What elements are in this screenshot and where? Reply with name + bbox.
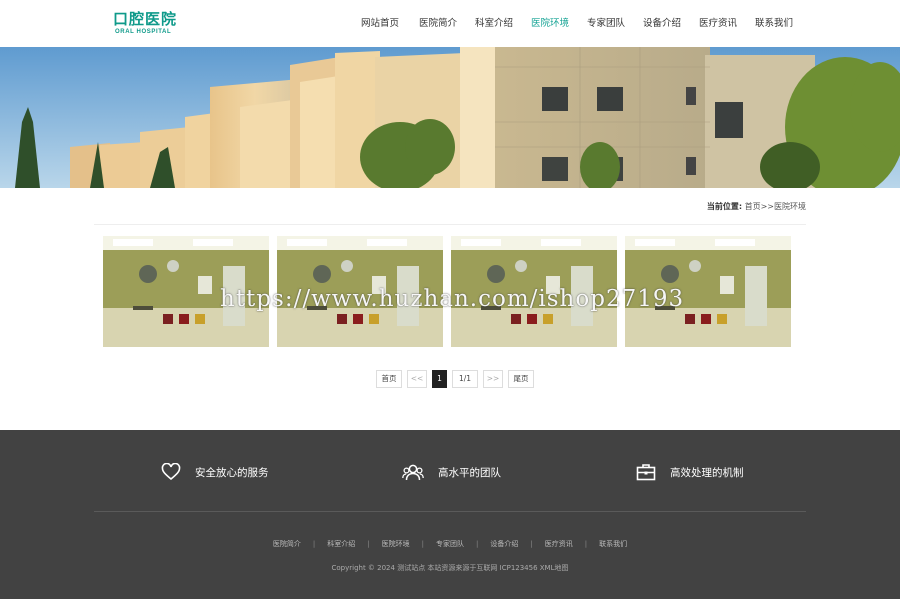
nav-item-experts[interactable]: 专家团队 [578,0,634,47]
nav-item-environment[interactable]: 医院环境 [522,0,578,47]
feature-team: 高水平的团队 [402,463,501,481]
briefcase-icon [636,464,656,481]
pagination-next-button[interactable]: >> [483,370,503,388]
copyright-text: Copyright © 2024 测试站点 本站资源来源于互联网 ICP1234… [331,564,569,572]
nav-item-departments[interactable]: 科室介绍 [466,0,522,47]
nav-item-home[interactable]: 网站首页 [350,0,410,47]
feature-team-label: 高水平的团队 [438,466,501,479]
feature-mechanism: 高效处理的机制 [636,463,744,481]
gallery-thumbnail[interactable] [103,236,269,347]
footer-link-equipment[interactable]: 设备介绍 [490,540,518,548]
feature-mechanism-label: 高效处理的机制 [670,466,744,479]
feature-service-label: 安全放心的服务 [195,466,269,479]
breadcrumb-path[interactable]: 首页>>医院环境 [745,202,806,211]
breadcrumb-divider [94,224,806,225]
pagination-prev-button[interactable]: << [407,370,427,388]
footer-link-departments[interactable]: 科室介绍 [327,540,355,548]
hero-banner [0,47,900,188]
heart-icon [161,463,181,481]
site-header: 口腔医院 ORAL HOSPITAL 网站首页 医院简介 科室介绍 医院环境 专… [0,0,900,47]
banner-building-image [0,47,900,188]
gallery-thumbnail[interactable] [625,236,791,347]
footer-link-about[interactable]: 医院简介 [273,540,301,548]
pagination: 首页 << 1 1/1 >> 尾页 [376,370,534,388]
pagination-total: 1/1 [452,370,478,388]
footer-links: 医院简介 | 科室介绍 | 医院环境 | 专家团队 | 设备介绍 | 医疗资讯 | 联系我们 [272,540,628,548]
footer-link-experts[interactable]: 专家团队 [436,540,464,548]
site-footer: 安全放心的服务 高水平的团队 高效处理的机制 医院简介 | 科室介绍 | 医院环境 | 专家… [0,430,900,599]
nav-item-news[interactable]: 医疗资讯 [690,0,746,47]
team-icon [402,464,424,481]
environment-gallery [103,236,791,347]
gallery-thumbnail[interactable] [277,236,443,347]
logo-en-text: ORAL HOSPITAL [115,29,172,35]
nav-item-contact[interactable]: 联系我们 [746,0,802,47]
gallery-thumbnail[interactable] [451,236,617,347]
breadcrumb: 当前位置: 首页>>医院环境 [707,201,806,212]
nav-item-equipment[interactable]: 设备介绍 [634,0,690,47]
feature-service: 安全放心的服务 [161,463,269,481]
pagination-page-1[interactable]: 1 [432,370,447,388]
breadcrumb-prefix: 当前位置: [706,202,743,211]
footer-divider [94,511,806,512]
pagination-first-button[interactable]: 首页 [376,370,402,388]
nav-item-about[interactable]: 医院简介 [410,0,466,47]
footer-link-news[interactable]: 医疗资讯 [545,540,573,548]
main-nav: 网站首页 医院简介 科室介绍 医院环境 专家团队 设备介绍 医疗资讯 联系我们 [350,0,802,47]
logo-cn-text: 口腔医院 [113,10,178,28]
pagination-last-button[interactable]: 尾页 [508,370,534,388]
footer-link-contact[interactable]: 联系我们 [599,540,627,548]
footer-link-environment[interactable]: 医院环境 [382,540,410,548]
logo[interactable]: 口腔医院 ORAL HOSPITAL [113,11,177,36]
